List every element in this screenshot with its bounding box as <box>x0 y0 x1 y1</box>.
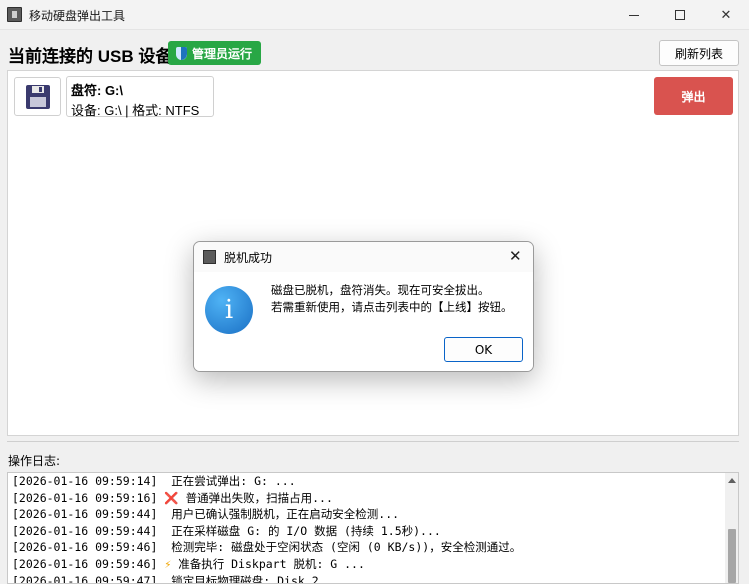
dialog-message: 磁盘已脱机，盘符消失。现在可安全拔出。 若需重新使用，请点击列表中的【上线】按钮… <box>271 282 513 316</box>
log-label: 操作日志: <box>8 454 61 468</box>
log-text: 正在采样磁盘 G: 的 I/O 数据 (持续 1.5秒)... <box>164 523 441 538</box>
minimize-button[interactable] <box>611 0 657 30</box>
dialog-message-line1: 磁盘已脱机，盘符消失。现在可安全拔出。 <box>271 283 490 297</box>
ok-button[interactable]: OK <box>444 337 523 362</box>
admin-badge-label: 管理员运行 <box>192 46 253 61</box>
device-detail: 设备: G:\ | 格式: NTFS <box>71 103 200 118</box>
info-icon: i <box>205 286 253 334</box>
maximize-icon <box>675 10 685 20</box>
log-line: [2026-01-16 09:59:44] 正在采样磁盘 G: 的 I/O 数据… <box>12 523 722 540</box>
log-timestamp: [2026-01-16 09:59:46] <box>12 540 158 555</box>
app-icon <box>7 7 22 22</box>
page-title: 当前连接的 USB 设备 <box>8 47 173 66</box>
log-text: 普通弹出失败，扫描占用... <box>178 490 333 505</box>
dialog-app-icon <box>203 250 216 264</box>
log-line: [2026-01-16 09:59:46] ⚡ 准备执行 Diskpart 脱机… <box>12 556 722 573</box>
log-timestamp: [2026-01-16 09:59:44] <box>12 523 158 538</box>
log-timestamp: [2026-01-16 09:59:47] <box>12 573 158 584</box>
floppy-disk-icon <box>25 84 50 109</box>
device-info: 盘符: G:\ 设备: G:\ | 格式: NTFS <box>66 76 214 118</box>
success-dialog: 脱机成功 ✕ i 磁盘已脱机，盘符消失。现在可安全拔出。 若需重新使用，请点击列… <box>193 241 534 372</box>
scroll-up-icon[interactable] <box>728 478 736 483</box>
maximize-button[interactable] <box>657 0 703 30</box>
divider <box>7 441 739 442</box>
log-line: [2026-01-16 09:59:44] 用户已确认强制脱机，正在启动安全检测… <box>12 506 722 523</box>
title-bar: 移动硬盘弹出工具 ✕ <box>0 0 749 30</box>
dialog-title-bar: 脱机成功 ✕ <box>194 242 533 272</box>
scroll-thumb[interactable] <box>728 529 736 583</box>
error-icon: ❌ <box>164 490 179 505</box>
refresh-list-button[interactable]: 刷新列表 <box>659 40 739 66</box>
shield-icon <box>176 46 187 60</box>
dialog-message-line2: 若需重新使用，请点击列表中的【上线】按钮。 <box>271 300 513 314</box>
log-line: [2026-01-16 09:59:14] 正在尝试弹出: G: ... <box>12 473 722 490</box>
dialog-title: 脱机成功 <box>224 251 273 265</box>
log-timestamp: [2026-01-16 09:59:46] <box>12 556 158 571</box>
minimize-icon <box>629 14 639 16</box>
close-button[interactable]: ✕ <box>703 0 749 30</box>
log-text: 锁定目标物理磁盘: Disk 2 <box>164 573 319 584</box>
log-text: 正在尝试弹出: G: ... <box>164 474 296 488</box>
log-line: [2026-01-16 09:59:47] 锁定目标物理磁盘: Disk 2 <box>12 573 722 584</box>
log-text: 准备执行 Diskpart 脱机: G ... <box>171 556 365 571</box>
admin-badge: 管理员运行 <box>168 41 262 65</box>
header: 当前连接的 USB 设备 管理员运行 刷新列表 <box>0 31 749 69</box>
close-icon: ✕ <box>720 7 732 23</box>
log-line: [2026-01-16 09:59:16] ❌ 普通弹出失败，扫描占用... <box>12 490 722 507</box>
log-timestamp: [2026-01-16 09:59:14] <box>12 474 158 488</box>
dialog-close-icon[interactable]: ✕ <box>509 247 522 265</box>
device-icon-box <box>14 77 61 116</box>
window-title: 移动硬盘弹出工具 <box>29 9 126 23</box>
log-text: 用户已确认强制脱机，正在启动安全检测... <box>164 507 400 522</box>
log-text: 检测完毕: 磁盘处于空闲状态 (空闲 (0 KB/s))，安全检测通过。 <box>164 540 522 555</box>
log-lines: [2026-01-16 09:59:14] 正在尝试弹出: G: ... [202… <box>12 473 722 584</box>
log-panel[interactable]: [2026-01-16 09:59:14] 正在尝试弹出: G: ... [202… <box>7 472 739 584</box>
drive-letter: 盘符: G:\ <box>71 83 123 98</box>
log-timestamp: [2026-01-16 09:59:44] <box>12 507 158 522</box>
dialog-body: i 磁盘已脱机，盘符消失。现在可安全拔出。 若需重新使用，请点击列表中的【上线】… <box>194 272 533 371</box>
eject-button[interactable]: 弹出 <box>654 77 733 115</box>
log-scrollbar[interactable] <box>725 473 738 583</box>
log-timestamp: [2026-01-16 09:59:16] <box>12 490 158 505</box>
log-line: [2026-01-16 09:59:46] 检测完毕: 磁盘处于空闲状态 (空闲… <box>12 539 722 556</box>
